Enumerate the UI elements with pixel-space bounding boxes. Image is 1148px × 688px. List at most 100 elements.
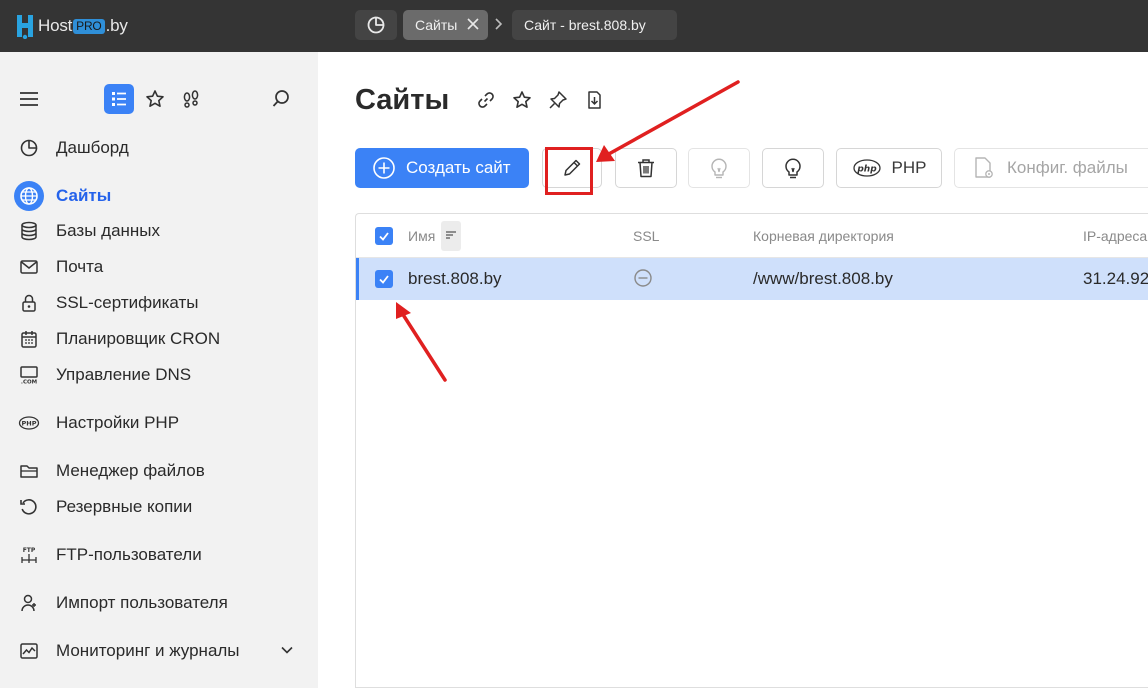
sidebar-item-mail[interactable]: Почта bbox=[14, 252, 304, 282]
column-root-directory[interactable]: Корневая директория bbox=[753, 228, 894, 244]
tab-site-detail[interactable]: Сайт - brest.808.by bbox=[512, 10, 677, 40]
dashboard-home-button[interactable] bbox=[355, 10, 397, 40]
checkmark-icon bbox=[379, 232, 389, 241]
logo-host: Host bbox=[38, 16, 73, 35]
search-icon bbox=[272, 90, 289, 107]
php-button[interactable]: php PHP bbox=[836, 148, 942, 188]
sidebar-item-label: Настройки PHP bbox=[56, 413, 180, 432]
create-site-button[interactable]: Создать сайт bbox=[355, 148, 529, 188]
star-icon bbox=[146, 90, 164, 107]
ftp-icon: FTP bbox=[14, 540, 44, 570]
row-checkbox[interactable] bbox=[375, 270, 393, 288]
chevron-right-icon bbox=[494, 17, 504, 36]
hamburger-icon bbox=[20, 92, 38, 106]
logo-pro: PRO bbox=[73, 19, 105, 34]
config-file-icon bbox=[975, 157, 993, 178]
globe-icon bbox=[14, 181, 44, 211]
dns-icon: .COM bbox=[14, 360, 44, 390]
sidebar-item-label: Управление DNS bbox=[56, 365, 192, 384]
sidebar-item-php[interactable]: PHP Настройки PHP bbox=[14, 408, 304, 438]
sidebar-item-databases[interactable]: Базы данных bbox=[14, 216, 304, 246]
database-icon bbox=[14, 216, 44, 246]
site-name[interactable]: brest.808.by bbox=[408, 269, 502, 289]
sites-table: Имя SSL Корневая директория IP-адреса br… bbox=[355, 213, 1148, 688]
trash-icon bbox=[638, 159, 654, 178]
ssl-none-icon bbox=[633, 268, 653, 293]
create-site-label: Создать сайт bbox=[406, 158, 511, 177]
list-view-button[interactable] bbox=[104, 84, 134, 114]
site-ip-address: 31.24.92 bbox=[1083, 269, 1148, 288]
sidebar-item-label: Резервные копии bbox=[56, 497, 193, 516]
config-files-button[interactable]: Конфиг. файлы bbox=[954, 148, 1148, 188]
svg-text:php: php bbox=[856, 165, 877, 175]
sidebar-item-monitoring[interactable]: Мониторинг и журналы bbox=[14, 636, 304, 666]
sidebar-item-cron[interactable]: Планировщик CRON bbox=[14, 324, 304, 354]
sidebar-item-user-import[interactable]: Импорт пользователя bbox=[14, 588, 304, 618]
enable-button[interactable] bbox=[688, 148, 750, 188]
menu-button[interactable] bbox=[14, 84, 44, 114]
lightbulb-icon bbox=[785, 158, 801, 179]
column-name[interactable]: Имя bbox=[408, 228, 435, 244]
search-button[interactable] bbox=[266, 84, 296, 114]
sidebar-item-dns[interactable]: .COM Управление DNS bbox=[14, 360, 304, 390]
list-icon bbox=[112, 92, 126, 106]
sidebar-item-label: Почта bbox=[56, 257, 104, 276]
checkmark-icon bbox=[379, 275, 389, 284]
top-bar: Host PRO .by Сайты Сайт - brest.808.by bbox=[0, 0, 1148, 52]
tab-site-detail-label: Сайт - brest.808.by bbox=[524, 17, 646, 33]
monitoring-icon bbox=[14, 636, 44, 666]
hostpro-logo[interactable]: Host PRO .by bbox=[14, 12, 128, 40]
sidebar-item-label: Базы данных bbox=[56, 221, 161, 240]
dashboard-icon bbox=[14, 133, 44, 163]
select-all-checkbox[interactable] bbox=[375, 227, 393, 245]
download-document-icon[interactable] bbox=[582, 88, 606, 112]
sidebar-toolbar bbox=[0, 84, 318, 116]
sidebar-item-ssl[interactable]: SSL-сертификаты bbox=[14, 288, 304, 318]
sidebar-item-label: Менеджер файлов bbox=[56, 461, 205, 480]
backup-icon bbox=[14, 492, 44, 522]
tab-sites[interactable]: Сайты bbox=[403, 10, 488, 40]
logo-mark-icon bbox=[14, 13, 36, 40]
page-title: Сайты bbox=[355, 84, 450, 116]
favorites-button[interactable] bbox=[140, 84, 170, 114]
sidebar: Дашборд Сайты Базы данных Почта SSL-серт… bbox=[0, 52, 318, 688]
chevron-down-icon[interactable] bbox=[280, 643, 294, 662]
sidebar-item-label: Мониторинг и журналы bbox=[56, 641, 240, 660]
sidebar-item-ftp[interactable]: FTP FTP-пользователи bbox=[14, 540, 304, 570]
lightbulb-off-icon bbox=[711, 158, 727, 179]
link-icon[interactable] bbox=[474, 88, 498, 112]
column-ssl[interactable]: SSL bbox=[633, 228, 659, 244]
mail-icon bbox=[14, 252, 44, 282]
php-button-label: PHP bbox=[891, 158, 927, 177]
sidebar-item-label: Импорт пользователя bbox=[56, 593, 228, 612]
sidebar-item-label: Планировщик CRON bbox=[56, 329, 221, 348]
sidebar-item-label: Дашборд bbox=[56, 138, 129, 157]
sidebar-item-label: Сайты bbox=[56, 186, 112, 205]
disable-button[interactable] bbox=[762, 148, 824, 188]
footprints-button[interactable] bbox=[176, 84, 206, 114]
footprints-icon bbox=[183, 90, 199, 108]
svg-text:PHP: PHP bbox=[22, 420, 37, 428]
sidebar-item-sites[interactable]: Сайты bbox=[14, 181, 304, 211]
calendar-icon bbox=[14, 324, 44, 354]
logo-text: Host PRO .by bbox=[38, 16, 128, 36]
folder-icon bbox=[14, 456, 44, 486]
tab-sites-label: Сайты bbox=[415, 17, 458, 33]
main-content: Сайты Создать сайт php PHP Конфиг. файлы bbox=[318, 52, 1148, 688]
svg-text:.COM: .COM bbox=[21, 380, 37, 386]
logo-tld: .by bbox=[105, 16, 128, 35]
close-icon[interactable] bbox=[466, 17, 480, 34]
sidebar-item-backups[interactable]: Резервные копии bbox=[14, 492, 304, 522]
column-ip-addresses[interactable]: IP-адреса bbox=[1083, 228, 1147, 244]
sidebar-item-dashboard[interactable]: Дашборд bbox=[14, 133, 304, 163]
delete-button[interactable] bbox=[615, 148, 677, 188]
table-header: Имя SSL Корневая директория IP-адреса bbox=[356, 214, 1148, 258]
php-icon: php bbox=[852, 159, 881, 177]
star-icon[interactable] bbox=[510, 88, 534, 112]
table-row[interactable]: brest.808.by /www/brest.808.by 31.24.92 bbox=[356, 258, 1148, 300]
lock-icon bbox=[14, 288, 44, 318]
php-icon: PHP bbox=[14, 408, 44, 438]
sidebar-item-file-manager[interactable]: Менеджер файлов bbox=[14, 456, 304, 486]
pin-icon[interactable] bbox=[546, 88, 570, 112]
sort-icon[interactable] bbox=[441, 221, 461, 251]
